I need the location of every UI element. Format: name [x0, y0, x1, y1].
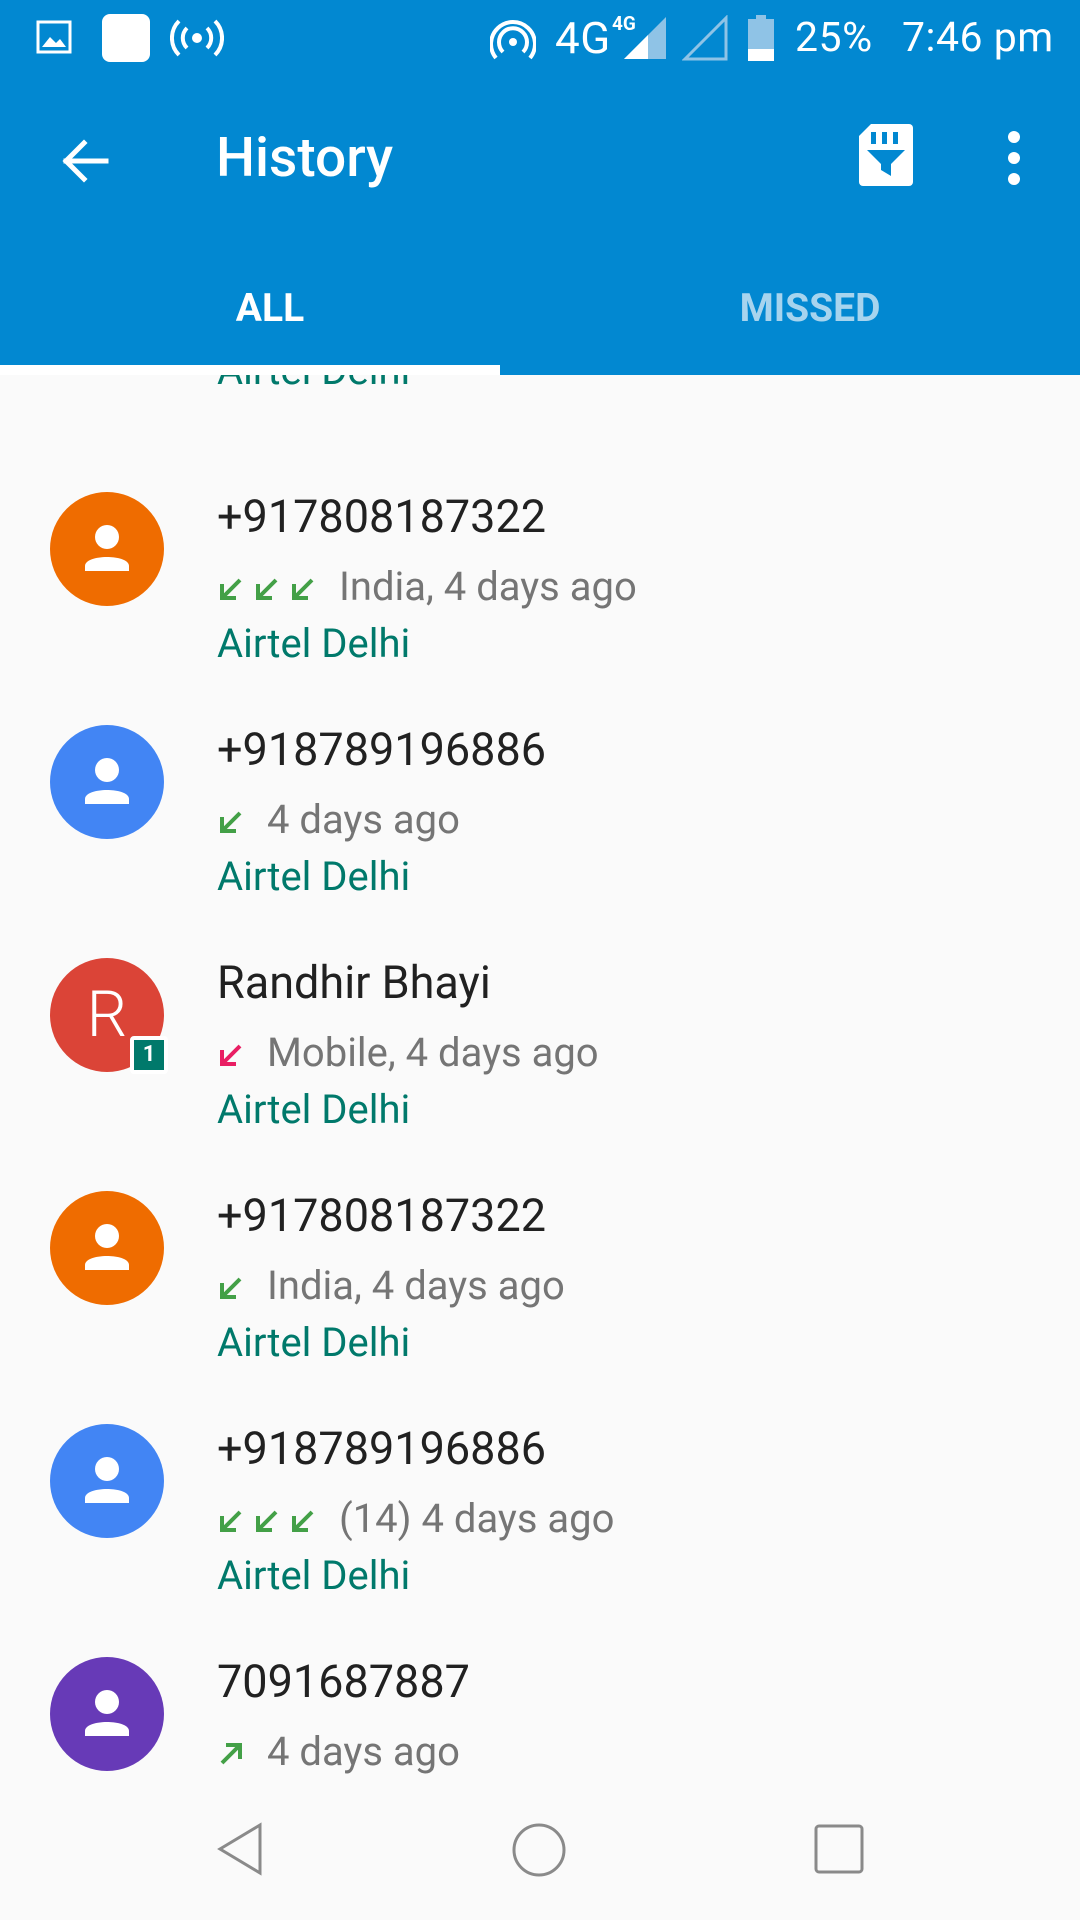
call-detail-text: India, 4 days ago: [339, 562, 637, 610]
call-detail-text: 4 days ago: [267, 795, 460, 843]
call-type-icons: [217, 1495, 325, 1542]
tab-all[interactable]: ALL: [0, 285, 540, 331]
signal-empty-icon: [682, 15, 728, 61]
call-detail: 4 days ago: [217, 793, 460, 843]
hotspot-icon: [490, 20, 536, 60]
call-detail-text: Mobile, 4 days ago: [267, 1028, 599, 1076]
call-type-icons: [217, 563, 325, 610]
call-history-list[interactable]: Airtel Delhi +917808187322 India, 4 days …: [0, 375, 1080, 1777]
clock-time-label: 7:46 pm: [902, 14, 1054, 62]
contact-avatar[interactable]: [50, 725, 164, 839]
call-detail-text: 4 days ago: [267, 1727, 460, 1775]
more-vert-icon[interactable]: [1000, 129, 1028, 187]
call-type-icons: [217, 796, 253, 843]
person-icon: [85, 1224, 129, 1270]
network-type-label: 4G: [555, 12, 611, 64]
signal-icon: [624, 17, 666, 59]
missed-call-arrow-icon: [220, 1044, 242, 1067]
call-log-row[interactable]: +918789196886 (14) 4 days ago Airtel Delhi: [0, 1344, 1080, 1599]
contact-avatar[interactable]: [50, 492, 164, 606]
contact-avatar[interactable]: [50, 1424, 164, 1538]
page-title: History: [216, 126, 394, 190]
app-bar: History ALL MISSED: [0, 75, 1080, 375]
call-detail-text: (14) 4 days ago: [339, 1494, 615, 1542]
call-detail: 4 days ago: [217, 1725, 460, 1775]
sim-filter-icon[interactable]: [857, 122, 915, 188]
call-detail: (14) 4 days ago: [217, 1492, 614, 1542]
gallery-icon: [36, 20, 72, 54]
person-icon: [85, 1457, 129, 1503]
incoming-call-arrow-icon: [220, 811, 242, 834]
incoming-call-arrow-icon: [220, 1277, 242, 1300]
person-icon: [85, 1690, 129, 1736]
call-detail: India, 4 days ago: [217, 1259, 565, 1309]
call-log-row[interactable]: 70916878874 days agoAirtel Delhi: [0, 1577, 1080, 1777]
recents-square-icon[interactable]: [812, 1822, 866, 1876]
back-triangle-icon[interactable]: [212, 1821, 268, 1877]
battery-icon: [748, 15, 774, 61]
call-type-icons: [217, 1262, 253, 1309]
partial-account-label: Airtel Delhi: [217, 375, 410, 394]
call-detail: Mobile, 4 days ago: [217, 1026, 599, 1076]
status-bar: 4G 4G 25% 7:46 pm: [0, 0, 1080, 75]
caller-name: Randhir Bhayi: [217, 956, 491, 1009]
call-log-row[interactable]: +917808187322 India, 4 days ago Airtel Del…: [0, 1111, 1080, 1366]
outgoing-call-arrow-icon: [220, 1743, 242, 1765]
incoming-call-arrow-icon: [256, 578, 278, 601]
contact-avatar[interactable]: [50, 1657, 164, 1771]
incoming-call-arrow-icon: [292, 1510, 314, 1533]
contact-avatar[interactable]: [50, 1191, 164, 1305]
caller-name: +918789196886: [217, 723, 547, 776]
navigation-bar: [0, 1777, 1080, 1920]
call-log-row[interactable]: +918789196886 4 days ago Airtel Delhi: [0, 645, 1080, 900]
incoming-call-arrow-icon: [292, 578, 314, 601]
incoming-call-arrow-icon: [220, 578, 242, 601]
incoming-call-arrow-icon: [256, 1510, 278, 1533]
call-log-row[interactable]: R 1 Randhir Bhayi Mobile, 4 days ago Airtel …: [0, 878, 1080, 1133]
caller-name: 7091687887: [217, 1655, 470, 1708]
call-type-icons: [217, 1029, 253, 1076]
battery-percent-label: 25%: [795, 14, 873, 62]
incoming-call-arrow-icon: [220, 1510, 242, 1533]
arrow-back-icon[interactable]: [58, 135, 110, 187]
contact-avatar[interactable]: R1: [50, 958, 168, 1074]
tab-missed[interactable]: MISSED: [540, 285, 1080, 331]
tab-indicator: [0, 365, 500, 375]
call-detail-text: India, 4 days ago: [267, 1261, 565, 1309]
broadcast-icon: [170, 19, 224, 57]
white-square-icon: [102, 14, 150, 62]
person-icon: [85, 758, 129, 804]
call-log-row[interactable]: +917808187322 India, 4 days ago Airtel Del…: [0, 412, 1080, 667]
home-circle-icon[interactable]: [510, 1821, 568, 1879]
caller-name: +917808187322: [217, 490, 547, 543]
call-detail: India, 4 days ago: [217, 560, 637, 610]
person-icon: [85, 525, 129, 571]
sim-badge: 1: [130, 1036, 168, 1074]
caller-name: +918789196886: [217, 1422, 547, 1475]
caller-name: +917808187322: [217, 1189, 547, 1242]
call-type-icons: [217, 1728, 253, 1775]
